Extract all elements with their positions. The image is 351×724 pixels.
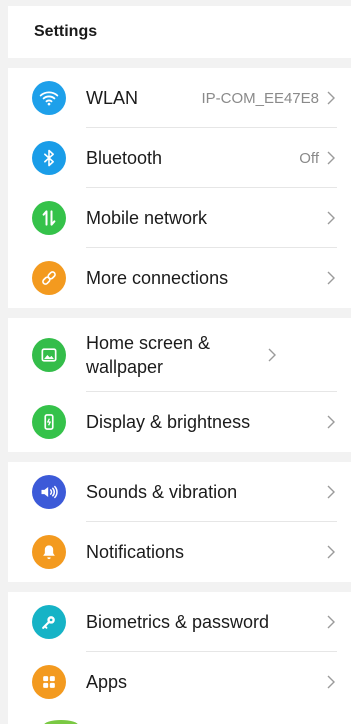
settings-item-display[interactable]: Display & brightness <box>8 392 351 452</box>
settings-item-apps[interactable]: Apps <box>8 652 351 712</box>
mobile-network-icon <box>32 201 66 235</box>
settings-item-home-screen[interactable]: Home screen & wallpaper <box>8 318 351 392</box>
brightness-icon <box>32 405 66 439</box>
bell-icon <box>32 535 66 569</box>
settings-item-label: Home screen & wallpaper <box>86 333 211 377</box>
speaker-icon <box>32 475 66 509</box>
settings-item-label: Apps <box>86 672 128 692</box>
chevron-right-icon <box>325 614 337 630</box>
wifi-icon <box>32 81 66 115</box>
key-icon <box>32 605 66 639</box>
image-icon <box>32 338 66 372</box>
bluetooth-icon <box>32 141 66 175</box>
chevron-right-icon <box>266 347 278 363</box>
settings-item-label: Sounds & vibration <box>86 482 238 502</box>
apps-grid-icon <box>32 665 66 699</box>
settings-item-notifications[interactable]: Notifications <box>8 522 351 582</box>
chevron-right-icon <box>325 414 337 430</box>
chevron-right-icon <box>325 484 337 500</box>
partial-icon <box>44 720 78 724</box>
settings-item-label: Biometrics & password <box>86 612 270 632</box>
settings-item-label: Mobile network <box>86 208 208 228</box>
chevron-right-icon <box>325 270 337 286</box>
settings-item-label: More connections <box>86 268 229 288</box>
settings-item-next-partial <box>8 712 351 724</box>
security-apps-group: Biometrics & password Apps <box>8 592 351 724</box>
chevron-right-icon <box>325 150 337 166</box>
connectivity-group: WLAN IP-COM_EE47E8 Bluetooth Off Mobile … <box>8 68 351 308</box>
settings-item-wlan[interactable]: WLAN IP-COM_EE47E8 <box>8 68 351 128</box>
settings-item-label: Bluetooth <box>86 148 163 168</box>
settings-item-bluetooth[interactable]: Bluetooth Off <box>8 128 351 188</box>
settings-item-label: Notifications <box>86 542 185 562</box>
display-group: Home screen & wallpaper Display & bright… <box>8 318 351 452</box>
settings-item-label: WLAN <box>86 88 139 108</box>
link-icon <box>32 261 66 295</box>
sound-group: Sounds & vibration Notifications <box>8 462 351 582</box>
wlan-network-value: IP-COM_EE47E8 <box>201 89 319 107</box>
settings-item-label: Display & brightness <box>86 412 251 432</box>
chevron-right-icon <box>325 674 337 690</box>
settings-screen: Settings WLAN IP-COM_EE47E8 Bluetooth Of… <box>8 6 351 724</box>
chevron-right-icon <box>325 210 337 226</box>
settings-item-sounds[interactable]: Sounds & vibration <box>8 462 351 522</box>
settings-item-more-connections[interactable]: More connections <box>8 248 351 308</box>
settings-item-biometrics[interactable]: Biometrics & password <box>8 592 351 652</box>
chevron-right-icon <box>325 544 337 560</box>
page-title: Settings <box>8 6 351 58</box>
bluetooth-status-value: Off <box>299 149 319 167</box>
settings-item-mobile-network[interactable]: Mobile network <box>8 188 351 248</box>
chevron-right-icon <box>325 90 337 106</box>
